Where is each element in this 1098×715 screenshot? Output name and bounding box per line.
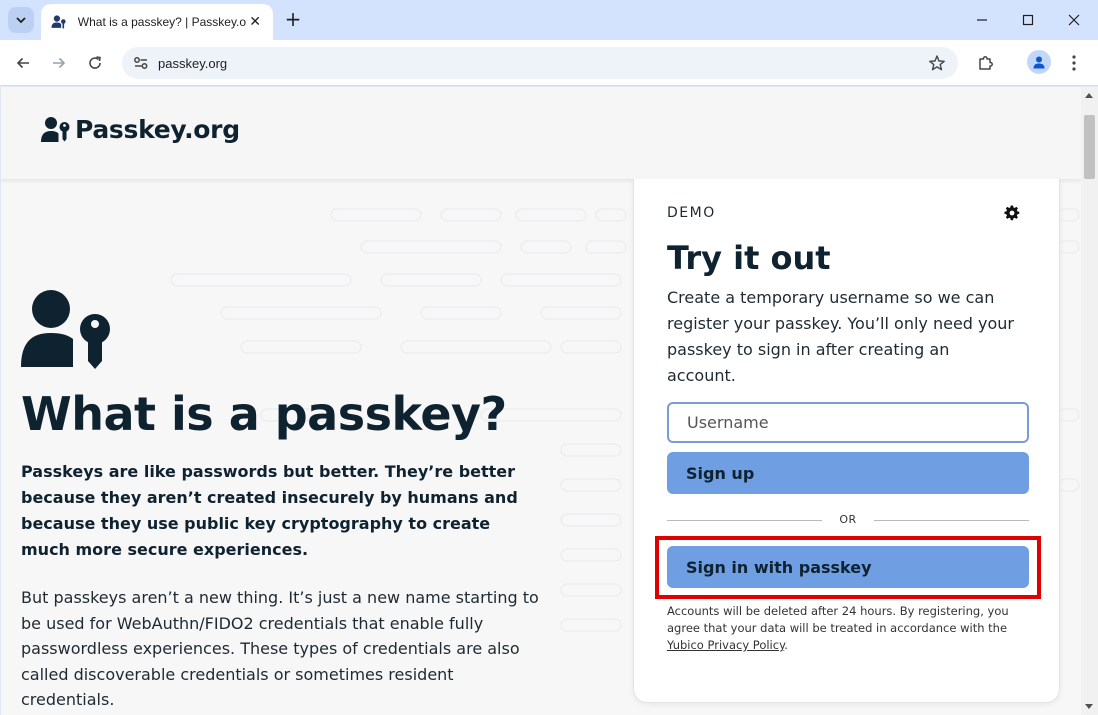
minimize-icon (977, 19, 987, 21)
address-bar[interactable]: passkey.org (122, 47, 958, 79)
demo-description: Create a temporary username so we can re… (667, 288, 1014, 385)
bookmark-star-icon[interactable] (928, 54, 946, 72)
site-settings-icon (134, 57, 148, 69)
fine-print-text: Accounts will be deleted after 24 hours.… (667, 604, 1009, 635)
fine-print: Accounts will be deleted after 24 hours.… (667, 603, 1017, 654)
fine-print-end: . (784, 638, 788, 652)
close-icon (1068, 14, 1080, 26)
privacy-policy-link[interactable]: Yubico Privacy Policy (667, 638, 784, 652)
arrow-right-icon (53, 57, 66, 69)
demo-title: Try it out (667, 239, 831, 277)
new-tab-button[interactable]: + (282, 9, 304, 31)
passkey-favicon-icon (51, 15, 66, 29)
tab-search-button[interactable] (8, 7, 34, 33)
hero-body-text: But passkeys aren’t a new thing. It’s ju… (21, 588, 539, 709)
puzzle-icon (979, 56, 993, 70)
passkey-logo-icon (41, 116, 70, 142)
site-logo[interactable]: Passkey.org (41, 115, 240, 144)
web-page: Passkey.org What is a passkey? Passkeys … (1, 87, 1081, 715)
gear-icon[interactable] (1004, 205, 1020, 221)
page-scrollbar[interactable] (1081, 87, 1098, 715)
url-text: passkey.org (158, 55, 228, 71)
maximize-icon (1022, 14, 1034, 26)
page-title: What is a passkey? (21, 387, 507, 441)
more-vert-icon (1072, 55, 1076, 71)
browser-toolbar: passkey.org (0, 40, 1098, 86)
minimize-button[interactable] (959, 0, 1005, 40)
profile-avatar[interactable] (1027, 50, 1051, 74)
extensions-button[interactable] (975, 52, 997, 74)
scroll-down-arrow[interactable] (1085, 704, 1093, 709)
forward-button[interactable] (46, 50, 72, 76)
highlight-box (655, 536, 1041, 599)
passkey-hero-icon (21, 290, 110, 369)
logo-text: Passkey.org (75, 115, 240, 144)
back-button[interactable] (10, 50, 36, 76)
tab-active[interactable]: What is a passkey? | Passkey.org ✕ (41, 4, 273, 40)
close-window-button[interactable] (1051, 0, 1097, 40)
reload-button[interactable] (82, 50, 108, 76)
demo-card: DEMO Try it out Create a temporary usern… (633, 179, 1060, 703)
arrow-left-icon (16, 57, 29, 69)
title-bar: What is a passkey? | Passkey.org ✕ + (0, 0, 1098, 40)
divider-line-right (874, 520, 1029, 521)
browser-menu-button[interactable] (1063, 52, 1085, 74)
scrollbar-thumb[interactable] (1084, 115, 1095, 179)
scroll-up-arrow[interactable] (1085, 93, 1093, 98)
sign-up-button[interactable]: Sign up (667, 452, 1029, 494)
maximize-button[interactable] (1005, 0, 1051, 40)
tab-title: What is a passkey? | Passkey.org (77, 15, 248, 29)
demo-label: DEMO (667, 205, 716, 221)
tab-close-button[interactable]: ✕ (247, 14, 263, 30)
username-input[interactable] (667, 402, 1029, 443)
reload-icon (89, 56, 101, 69)
site-header: Passkey.org (1, 87, 1081, 179)
hero-lead-text: Passkeys are like passwords but better. … (21, 462, 518, 559)
or-divider: OR (667, 513, 1029, 527)
chevron-down-icon (16, 17, 26, 24)
person-icon (1033, 56, 1045, 69)
